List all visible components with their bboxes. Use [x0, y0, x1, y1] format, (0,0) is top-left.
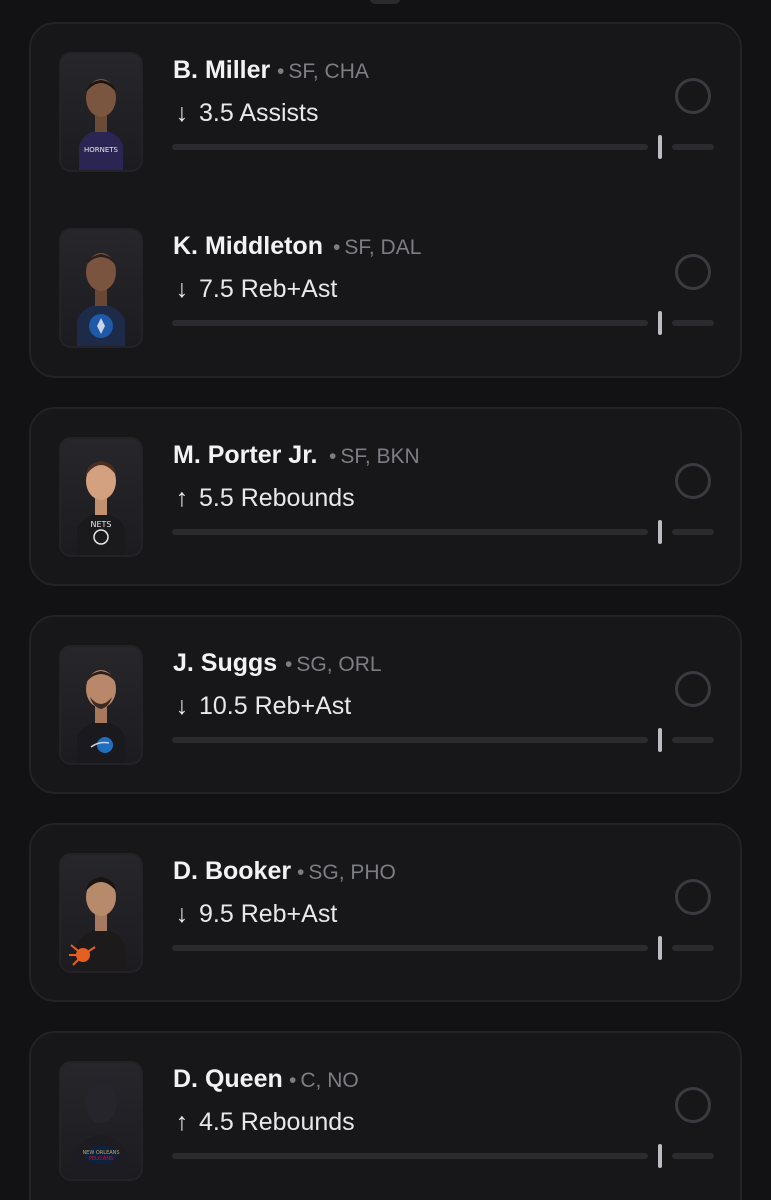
select-radio[interactable] [675, 78, 711, 114]
select-radio[interactable] [675, 879, 711, 915]
player-row[interactable]: NETS M. Porter Jr. • SF, BKN ↑ 5.5 Rebound… [31, 437, 744, 567]
prop-line: ↑ 4.5 Rebounds [171, 1108, 355, 1137]
player-position-team: • C, NO [289, 1069, 359, 1093]
progress-track-end [672, 945, 714, 951]
separator-dot: • [297, 861, 305, 884]
line-marker [658, 311, 662, 335]
prop-line-text: 10.5 Reb+Ast [199, 692, 352, 720]
progress-track [172, 320, 648, 326]
position-team-text: SF, DAL [344, 236, 422, 259]
pick-list-screen: HORNETS B. Miller • SF, CHA ↓ 3.5 Assists [0, 0, 771, 1200]
line-marker [658, 936, 662, 960]
player-name: K. Middleton [173, 232, 323, 260]
player-name: J. Suggs [173, 649, 278, 677]
prop-line-text: 9.5 Reb+Ast [199, 900, 338, 928]
player-position-team: • SG, ORL [285, 653, 382, 677]
line-marker [658, 728, 662, 752]
arrow-down-icon: ↓ [175, 275, 189, 303]
position-team-text: SG, ORL [296, 653, 382, 676]
pick-card: NETS M. Porter Jr. • SF, BKN ↑ 5.5 Rebound… [29, 407, 742, 586]
pick-card: D. Booker • SG, PHO ↓ 9.5 Reb+Ast [29, 823, 742, 1002]
separator-dot: • [277, 60, 285, 83]
player-row[interactable]: K. Middleton • SF, DAL ↓ 7.5 Reb+Ast [31, 228, 744, 358]
top-scroll-indicator [370, 0, 400, 4]
progress-track [172, 737, 648, 743]
player-row[interactable]: D. Booker • SG, PHO ↓ 9.5 Reb+Ast [31, 853, 744, 983]
progress-track [172, 945, 648, 951]
player-name: D. Booker [173, 857, 292, 885]
player-headshot [59, 228, 143, 348]
prop-line: ↓ 10.5 Reb+Ast [171, 692, 351, 721]
player-name: M. Porter Jr. [173, 441, 318, 469]
position-team-text: SG, PHO [308, 861, 396, 884]
player-headshot [59, 645, 143, 765]
svg-text:PELICANS: PELICANS [89, 1156, 113, 1162]
separator-dot: • [329, 445, 337, 468]
position-team-text: SF, BKN [340, 445, 420, 468]
player-position-team: • SF, DAL [333, 236, 421, 260]
pick-card: HORNETS B. Miller • SF, CHA ↓ 3.5 Assists [29, 22, 742, 378]
player-headshot: HORNETS [59, 52, 143, 172]
svg-text:NETS: NETS [90, 520, 111, 529]
prop-line-text: 3.5 Assists [199, 99, 319, 127]
select-radio[interactable] [675, 1087, 711, 1123]
player-headshot: NETS [59, 437, 143, 557]
progress-track [172, 144, 648, 150]
progress-track-end [672, 144, 714, 150]
player-silhouette-icon: NETS [77, 461, 125, 555]
player-position-team: • SF, BKN [329, 445, 420, 469]
player-silhouette-icon: HORNETS [79, 79, 123, 170]
player-position-team: • SG, PHO [297, 861, 396, 885]
player-headshot [59, 853, 143, 973]
progress-track-end [672, 737, 714, 743]
line-marker [658, 1144, 662, 1168]
arrow-down-icon: ↓ [175, 900, 189, 928]
player-silhouette-icon [77, 670, 125, 763]
separator-dot: • [285, 653, 293, 676]
position-team-text: C, NO [300, 1069, 359, 1092]
progress-track [172, 1153, 648, 1159]
progress-track-end [672, 1153, 714, 1159]
separator-dot: • [289, 1069, 297, 1092]
player-row[interactable]: HORNETS B. Miller • SF, CHA ↓ 3.5 Assists [31, 52, 744, 182]
player-silhouette-icon [77, 253, 125, 346]
player-row[interactable]: J. Suggs • SG, ORL ↓ 10.5 Reb+Ast [31, 645, 744, 775]
prop-line-text: 4.5 Rebounds [199, 1108, 355, 1136]
arrow-down-icon: ↓ [175, 692, 189, 720]
select-radio[interactable] [675, 254, 711, 290]
prop-line: ↑ 5.5 Rebounds [171, 484, 355, 513]
player-headshot: NEW ORLEANS PELICANS [59, 1061, 143, 1181]
arrow-up-icon: ↑ [175, 484, 189, 512]
select-radio[interactable] [675, 671, 711, 707]
arrow-up-icon: ↑ [175, 1108, 189, 1136]
player-silhouette-icon: NEW ORLEANS PELICANS [73, 1083, 129, 1179]
position-team-text: SF, CHA [288, 60, 369, 83]
player-position-team: • SF, CHA [277, 60, 369, 84]
progress-track [172, 529, 648, 535]
line-marker [658, 135, 662, 159]
arrow-down-icon: ↓ [175, 99, 189, 127]
prop-line: ↓ 9.5 Reb+Ast [171, 900, 338, 929]
progress-track-end [672, 320, 714, 326]
player-silhouette-icon [69, 877, 125, 971]
prop-line-text: 7.5 Reb+Ast [199, 275, 338, 303]
prop-line: ↓ 7.5 Reb+Ast [171, 275, 338, 304]
pick-card: J. Suggs • SG, ORL ↓ 10.5 Reb+Ast [29, 615, 742, 794]
svg-text:HORNETS: HORNETS [84, 146, 119, 154]
select-radio[interactable] [675, 463, 711, 499]
pick-card: NEW ORLEANS PELICANS D. Queen • C, NO ↑ 4.… [29, 1031, 742, 1200]
player-row[interactable]: NEW ORLEANS PELICANS D. Queen • C, NO ↑ 4.… [31, 1061, 744, 1191]
line-marker [658, 520, 662, 544]
separator-dot: • [333, 236, 341, 259]
player-name: B. Miller [173, 56, 271, 84]
progress-track-end [672, 529, 714, 535]
prop-line: ↓ 3.5 Assists [171, 99, 319, 128]
player-name: D. Queen [173, 1065, 283, 1093]
prop-line-text: 5.5 Rebounds [199, 484, 355, 512]
